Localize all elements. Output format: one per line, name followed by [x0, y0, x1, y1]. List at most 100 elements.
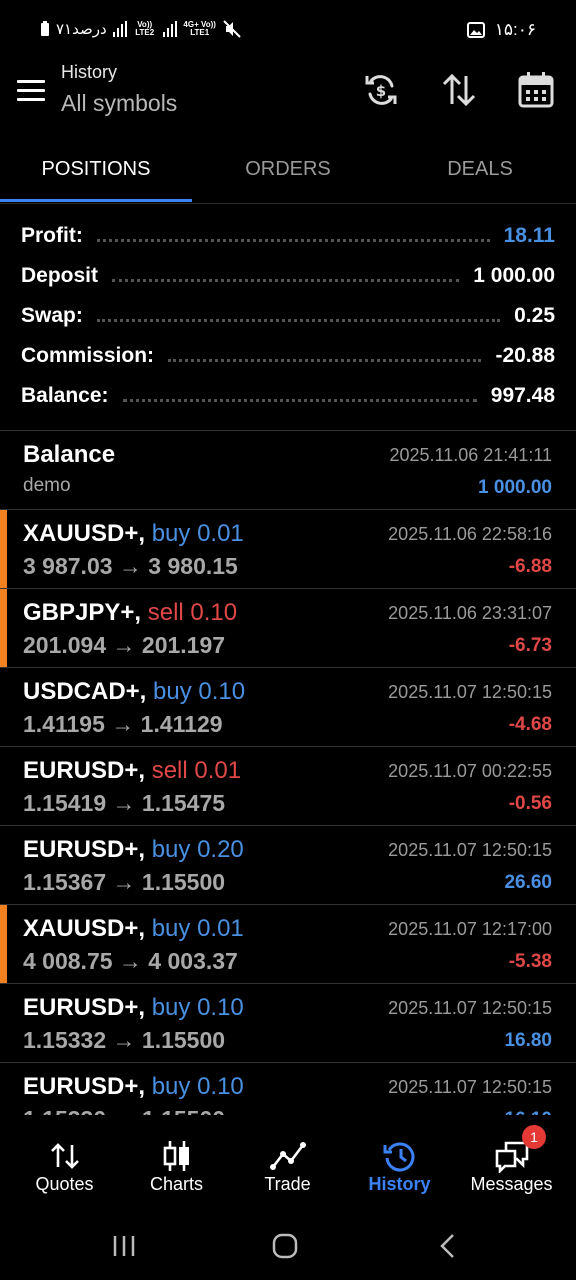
- bottom-navigation: Quotes Charts Trade History 1 Messages: [0, 1115, 576, 1215]
- symbol-filter[interactable]: All symbols: [61, 90, 177, 117]
- position-marker: [0, 510, 7, 588]
- gallery-icon: [466, 22, 485, 38]
- battery-icon: [41, 21, 49, 36]
- position-title: USDCAD+, buy 0.10: [23, 678, 245, 706]
- position-side: buy 0.10: [151, 1073, 244, 1100]
- tab-bar: POSITIONS ORDERS DEALS: [0, 138, 576, 204]
- position-title: GBPJPY+, sell 0.10: [23, 599, 237, 627]
- summary-value: 1 000.00: [473, 264, 555, 287]
- battery-percent: ۷۱درصد: [56, 21, 107, 38]
- position-row[interactable]: EURUSD+, sell 0.01 1.15419 → 1.15475 2025.…: [0, 747, 576, 826]
- summary-label: Deposit: [21, 264, 99, 287]
- nav-messages[interactable]: 1 Messages: [454, 1115, 569, 1215]
- summary-panel: Profit: 18.11 Deposit 1 000.00 Swap: 0.25 Comm…: [0, 216, 576, 416]
- nav-history[interactable]: History: [342, 1115, 457, 1215]
- signal-2-icon: [162, 21, 177, 37]
- position-side: buy 0.01: [151, 915, 244, 942]
- position-side: sell 0.10: [147, 599, 238, 626]
- position-time: 2025.11.06 23:31:07: [388, 603, 552, 623]
- position-prices: 4 008.75 → 4 003.37: [23, 948, 238, 974]
- position-side: buy 0.10: [151, 994, 244, 1021]
- position-symbol: USDCAD+,: [23, 678, 147, 705]
- summary-label: Profit:: [21, 224, 83, 247]
- position-row[interactable]: XAUUSD+, buy 0.01 3 987.03 → 3 980.15 2025…: [0, 510, 576, 589]
- position-profit: -4.68: [508, 714, 552, 735]
- home-icon[interactable]: [265, 1231, 305, 1261]
- position-row[interactable]: EURUSD+, buy 0.20 1.15367 → 1.15500 2025.1…: [0, 826, 576, 905]
- sort-icon[interactable]: [439, 70, 479, 110]
- balance-entry[interactable]: Balance demo 2025.11.06 21:41:11 1 000.0…: [0, 431, 576, 510]
- positions-list[interactable]: Balance demo 2025.11.06 21:41:11 1 000.0…: [0, 431, 576, 1115]
- dot-leader: [168, 358, 482, 362]
- nav-charts-label: Charts: [149, 1174, 203, 1194]
- svg-text:$: $: [376, 82, 386, 100]
- position-row[interactable]: USDCAD+, buy 0.10 1.41195 → 1.41129 2025.1…: [0, 668, 576, 747]
- summary-row: Profit: 18.11: [0, 216, 576, 256]
- position-symbol: GBPJPY+,: [23, 599, 142, 626]
- position-marker: [0, 589, 7, 667]
- balance-entry-subtitle: demo: [23, 475, 71, 496]
- position-row[interactable]: GBPJPY+, sell 0.10 201.094 → 201.197 2025.…: [0, 589, 576, 668]
- signal-1-icon: [112, 21, 127, 37]
- position-prices: 3 987.03 → 3 980.15: [23, 553, 238, 579]
- tab-deals[interactable]: DEALS: [384, 138, 576, 200]
- menu-icon[interactable]: [17, 80, 45, 102]
- summary-value: 997.48: [490, 384, 555, 407]
- position-profit: 16.80: [504, 1030, 552, 1051]
- currency-exchange-icon[interactable]: $: [361, 70, 401, 110]
- nav-trade-label: Trade: [264, 1174, 311, 1194]
- recent-apps-icon[interactable]: [104, 1231, 144, 1261]
- position-side: buy 0.01: [151, 520, 244, 547]
- position-prices: 1.15332 → 1.15500: [23, 1027, 226, 1053]
- position-profit: -0.56: [508, 793, 552, 814]
- back-icon[interactable]: [427, 1231, 467, 1261]
- calendar-icon[interactable]: [516, 70, 556, 110]
- position-profit: -5.38: [508, 951, 552, 972]
- position-title: EURUSD+, sell 0.01: [23, 757, 241, 785]
- position-prices: 201.094 → 201.197: [23, 632, 226, 658]
- summary-label: Commission:: [21, 344, 155, 367]
- mute-icon: [222, 20, 241, 38]
- position-row[interactable]: EURUSD+, buy 0.10 1.15332 → 1.15500 2025.1…: [0, 984, 576, 1063]
- nav-quotes-label: Quotes: [35, 1174, 94, 1194]
- summary-value: 0.25: [514, 304, 555, 327]
- nav-quotes[interactable]: Quotes: [7, 1115, 122, 1215]
- position-title: EURUSD+, buy 0.10: [23, 994, 244, 1022]
- position-title: XAUUSD+, buy 0.01: [23, 915, 244, 943]
- position-profit: -6.73: [508, 635, 552, 656]
- dot-leader: [122, 398, 477, 402]
- position-time: 2025.11.06 22:58:16: [388, 524, 552, 544]
- position-prices: 1.15330 → 1.15500: [23, 1106, 225, 1115]
- position-time: 2025.11.07 12:50:15: [388, 998, 552, 1018]
- position-row[interactable]: XAUUSD+, buy 0.01 4 008.75 → 4 003.37 2025…: [0, 905, 576, 984]
- summary-row: Swap: 0.25: [0, 296, 576, 336]
- summary-label: Balance:: [21, 384, 109, 407]
- position-symbol: EURUSD+,: [23, 757, 146, 784]
- status-bar: ۷۱درصد Vo)) LTE2 4G+ Vo)) LTE1 ۱۵:۰۶: [0, 0, 576, 62]
- balance-entry-amount: 1 000.00: [478, 477, 552, 498]
- summary-label: Swap:: [21, 304, 83, 327]
- position-side: buy 0.10: [153, 678, 246, 705]
- position-time: 2025.11.07 12:50:15: [388, 1077, 552, 1097]
- summary-value: -20.88: [495, 344, 555, 367]
- position-prices: 1.15367 → 1.15500: [23, 869, 226, 895]
- quotes-icon: [50, 1143, 79, 1169]
- tab-positions[interactable]: POSITIONS: [0, 138, 192, 200]
- active-tab-indicator: [0, 199, 192, 202]
- position-prices: 1.41195 → 1.41129: [23, 711, 223, 737]
- balance-entry-time: 2025.11.06 21:41:11: [389, 445, 552, 465]
- summary-row: Commission: -20.88: [0, 336, 576, 376]
- position-row[interactable]: EURUSD+, buy 0.10 1.15330 → 1.15500 2025.1…: [0, 1063, 576, 1115]
- tab-orders[interactable]: ORDERS: [192, 138, 384, 200]
- position-profit: -6.88: [508, 556, 552, 577]
- app-header: History All symbols $: [0, 62, 576, 132]
- position-title: XAUUSD+, buy 0.01: [23, 520, 244, 548]
- charts-icon: [163, 1141, 189, 1171]
- position-time: 2025.11.07 00:22:55: [388, 761, 552, 781]
- nav-charts[interactable]: Charts: [119, 1115, 234, 1215]
- position-side: buy 0.20: [151, 836, 244, 863]
- nav-messages-label: Messages: [470, 1174, 553, 1194]
- nav-trade[interactable]: Trade: [230, 1115, 345, 1215]
- history-icon: [383, 1142, 414, 1172]
- position-side: sell 0.01: [151, 757, 242, 784]
